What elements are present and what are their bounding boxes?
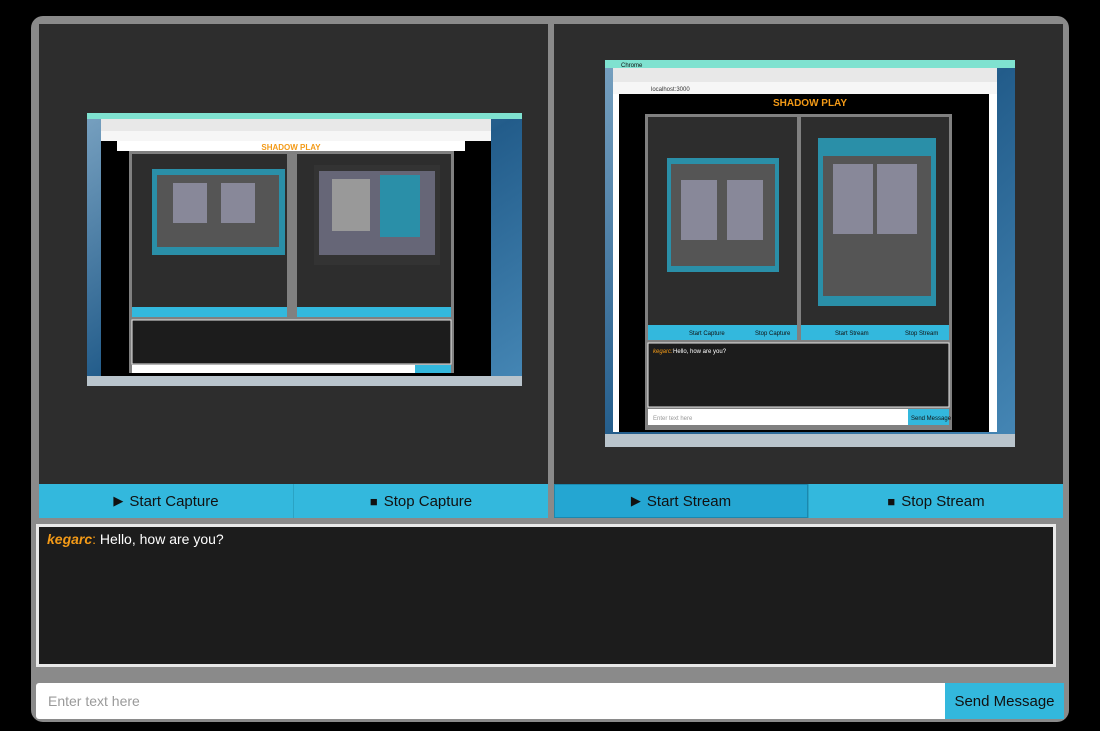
capture-video: SHADOW PLAY: [39, 24, 548, 484]
stop-stream-label: Stop Stream: [901, 492, 985, 510]
send-message-button[interactable]: Send Message: [945, 683, 1064, 719]
stop-stream-button[interactable]: ■ Stop Stream: [809, 484, 1063, 518]
stream-panel: Chrome localhost:3000 SHADOW PLAY Start …: [554, 24, 1063, 518]
capture-controls: ▶ Start Capture ■ Stop Capture: [39, 484, 548, 518]
chat-message: kegarc: Hello, how are you?: [47, 531, 1045, 547]
start-stream-label: Start Stream: [646, 492, 732, 510]
capture-panel: SHADOW PLAY ▶ Start Capture ■ Stop Captu…: [39, 24, 548, 518]
stop-capture-button[interactable]: ■ Stop Capture: [294, 484, 548, 518]
mirror-right-stop: Stop Stream: [905, 331, 938, 337]
mirror-left-start: Start Capture: [689, 331, 725, 337]
mirror-chat-text: Hello, how are you?: [673, 349, 727, 355]
chat-log: kegarc: Hello, how are you?: [36, 524, 1056, 667]
mirror-app-title-2: SHADOW PLAY: [773, 98, 847, 109]
start-stream-button[interactable]: ▶ Start Stream: [554, 484, 809, 518]
play-icon: ▶: [113, 493, 124, 508]
start-capture-button[interactable]: ▶ Start Capture: [39, 484, 294, 518]
mirror-app-title-1: SHADOW PLAY: [261, 143, 321, 152]
mirror-url: localhost:3000: [651, 87, 690, 93]
mirror-right-start: Start Stream: [835, 331, 869, 337]
stream-controls: ▶ Start Stream ■ Stop Stream: [554, 484, 1063, 518]
app-frame: SHADOW PLAY ▶ Start Capture ■ Stop Captu…: [31, 16, 1069, 722]
stream-video: Chrome localhost:3000 SHADOW PLAY Start …: [554, 24, 1063, 484]
mirror-input-placeholder: Enter text here: [653, 416, 693, 422]
stop-icon: ■: [887, 493, 896, 509]
mirror-send-label: Send Message: [911, 416, 952, 422]
stream-preview-image: Chrome localhost:3000 SHADOW PLAY Start …: [554, 24, 1063, 484]
start-capture-label: Start Capture: [129, 492, 219, 510]
message-bar: Send Message: [36, 683, 1064, 719]
chat-text: Hello, how are you?: [96, 531, 224, 547]
stop-capture-label: Stop Capture: [383, 492, 473, 510]
message-input[interactable]: [36, 683, 945, 719]
stop-icon: ■: [369, 493, 378, 509]
play-icon: ▶: [630, 493, 641, 508]
chat-username: kegarc: [47, 531, 93, 547]
mirror-chat-user: kegarc:: [653, 349, 673, 355]
mirror-left-stop: Stop Capture: [755, 331, 791, 337]
capture-preview-image: SHADOW PLAY: [39, 24, 548, 484]
